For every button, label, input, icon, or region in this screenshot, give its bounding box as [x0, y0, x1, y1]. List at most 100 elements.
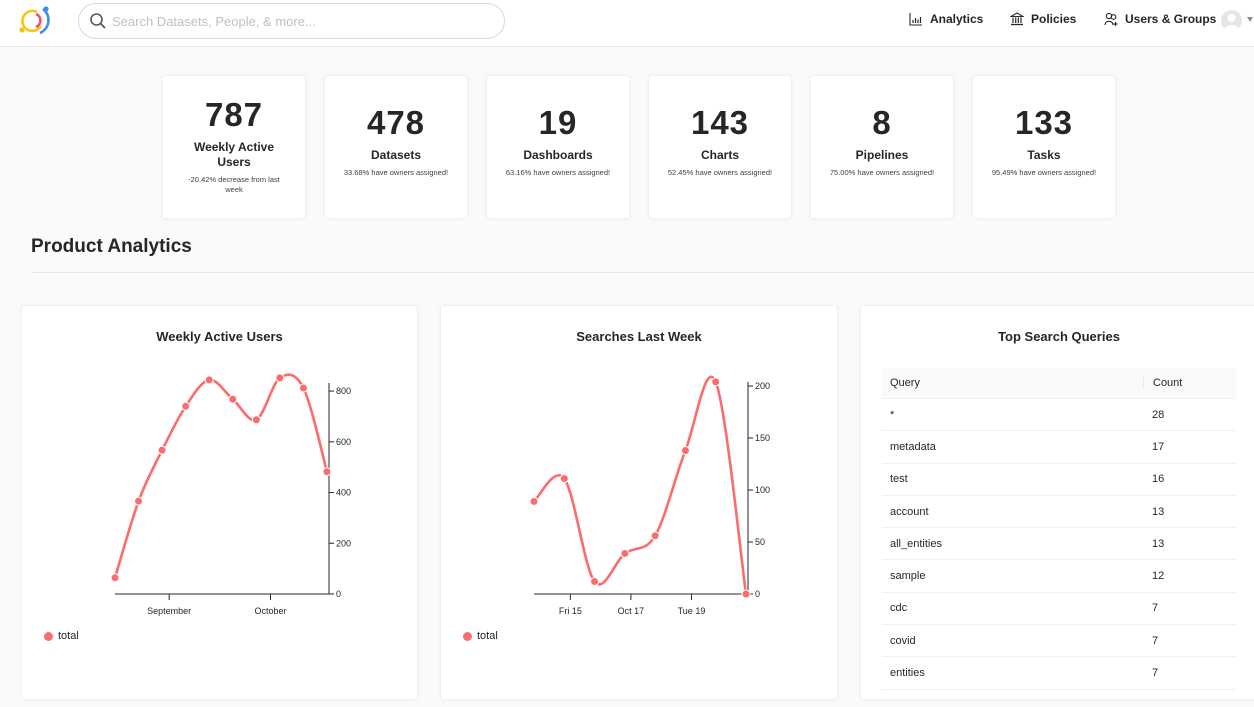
data-point[interactable]	[157, 445, 167, 455]
table-header: Query Count	[882, 368, 1236, 399]
query-cell: entities	[890, 667, 925, 680]
count-cell: 13	[1152, 537, 1165, 550]
column-header-query[interactable]: Query	[882, 377, 1143, 389]
data-point[interactable]	[529, 496, 539, 506]
search-icon	[90, 13, 106, 29]
legend-dot-icon	[44, 631, 53, 641]
stat-label: Pipelines	[855, 148, 909, 162]
searches-last-week-panel: Searches Last Week 0 50 100 150 200 Fri 15 Oct…	[440, 305, 838, 700]
y-tick-label: 0	[755, 589, 760, 599]
section-divider	[31, 272, 1254, 273]
nav-policies[interactable]: Policies	[1010, 12, 1076, 26]
x-tick-label: Fri 15	[559, 606, 582, 616]
stat-subtext: 33.68% have owners assigned!	[343, 168, 449, 177]
stat-label: Dashboards	[523, 148, 593, 162]
data-point[interactable]	[620, 548, 630, 558]
data-point[interactable]	[298, 383, 308, 393]
data-point[interactable]	[650, 531, 660, 541]
y-tick-label: 400	[336, 488, 351, 498]
x-tick-label: October	[254, 606, 286, 616]
count-cell: 13	[1152, 505, 1165, 518]
data-point[interactable]	[181, 401, 191, 411]
logo-icon[interactable]	[16, 4, 52, 36]
stat-card-dashboards: 19 Dashboards 63.16% have owners assigne…	[486, 75, 630, 219]
table-row[interactable]: account 13	[882, 496, 1236, 529]
stat-value: 19	[538, 104, 578, 141]
data-point[interactable]	[204, 375, 214, 385]
data-point[interactable]	[134, 496, 144, 506]
stat-value: 787	[204, 96, 264, 133]
data-point[interactable]	[110, 573, 120, 583]
top-header: Analytics Policies Users & Groups	[0, 0, 1254, 47]
table-row[interactable]: test 16	[882, 464, 1236, 496]
query-cell: all_entities	[890, 537, 942, 550]
stat-value: 8	[872, 104, 892, 141]
stat-subtext: 63.16% have owners assigned!	[505, 168, 611, 177]
data-point[interactable]	[741, 589, 751, 599]
stat-label: Tasks	[1027, 148, 1061, 162]
chart-legend[interactable]: total	[44, 630, 79, 642]
y-tick-label: 100	[755, 485, 770, 495]
bar-chart-icon	[909, 13, 922, 26]
query-cell: metadata	[890, 440, 936, 453]
stat-card-weekly-active-users: 787 Weekly Active Users -20.42% decrease…	[162, 75, 306, 219]
user-avatar[interactable]	[1221, 10, 1242, 31]
query-cell: account	[890, 505, 929, 518]
weekly-active-users-panel: Weekly Active Users 0 200 400 600 800 Septemb…	[21, 305, 418, 700]
stat-subtext: 95.49% have owners assigned!	[991, 168, 1097, 177]
stat-card-pipelines: 8 Pipelines 75.00% have owners assigned!	[810, 75, 954, 219]
stat-value: 133	[1014, 104, 1074, 141]
data-point[interactable]	[559, 474, 569, 484]
table-row[interactable]: covid 7	[882, 625, 1236, 658]
y-tick-label: 200	[755, 381, 770, 391]
count-cell: 7	[1152, 634, 1159, 647]
stat-subtext: -20.42% decrease from last week	[188, 175, 280, 194]
y-tick-label: 150	[755, 433, 770, 443]
nav-users-groups[interactable]: Users & Groups	[1104, 12, 1216, 26]
stat-card-charts: 143 Charts 52.45% have owners assigned!	[648, 75, 792, 219]
data-point[interactable]	[228, 394, 238, 404]
stat-card-datasets: 478 Datasets 33.68% have owners assigned…	[324, 75, 468, 219]
table-row[interactable]: entities 7	[882, 657, 1236, 690]
data-point[interactable]	[680, 445, 690, 455]
table-row[interactable]: all_entities 13	[882, 528, 1236, 561]
users-icon	[1104, 12, 1118, 26]
data-point[interactable]	[711, 377, 721, 387]
query-cell: test	[890, 473, 908, 486]
stat-label: Charts	[700, 148, 739, 162]
query-cell: sample	[890, 570, 926, 583]
search-input[interactable]	[112, 13, 492, 29]
stat-subtext: 52.45% have owners assigned!	[667, 168, 773, 177]
stat-label: Datasets	[370, 148, 422, 162]
stat-label: Weekly Active Users	[193, 140, 275, 169]
search-bar[interactable]	[78, 3, 505, 39]
count-cell: 7	[1152, 667, 1159, 680]
table-row[interactable]: * 28	[882, 399, 1236, 432]
data-point[interactable]	[275, 373, 285, 383]
column-header-count[interactable]: Count	[1143, 377, 1182, 389]
query-cell: *	[890, 408, 895, 421]
bank-icon	[1010, 12, 1024, 26]
x-tick-label: Oct 17	[618, 606, 645, 616]
y-tick-label: 200	[336, 538, 351, 548]
table-row[interactable]: sample 12	[882, 560, 1236, 593]
data-point[interactable]	[251, 415, 261, 425]
y-tick-label: 800	[336, 386, 351, 396]
user-icon	[1224, 14, 1239, 31]
nav-analytics[interactable]: Analytics	[909, 12, 983, 26]
query-cell: covid	[890, 634, 916, 647]
searches-last-week-chart: 0 50 100 150 200 Fri 15 Oct 17 Tue 19	[529, 375, 770, 616]
table-row[interactable]: cdc 7	[882, 593, 1236, 626]
count-cell: 28	[1152, 408, 1165, 421]
chart-legend[interactable]: total	[463, 630, 498, 642]
table-body: * 28 metadata 17 test 16 account 13 all_entities…	[882, 399, 1236, 690]
stat-card-tasks: 133 Tasks 95.49% have owners assigned!	[972, 75, 1116, 219]
nav-users-groups-label: Users & Groups	[1125, 12, 1217, 26]
user-menu-caret-icon[interactable]	[1247, 17, 1253, 22]
top-queries-table: Query Count * 28 metadata 17 test 16 account 13…	[882, 368, 1236, 690]
table-row[interactable]: metadata 17	[882, 431, 1236, 464]
legend-label: total	[58, 630, 79, 642]
data-point[interactable]	[590, 577, 600, 587]
count-cell: 17	[1152, 440, 1165, 453]
data-point[interactable]	[322, 467, 332, 477]
